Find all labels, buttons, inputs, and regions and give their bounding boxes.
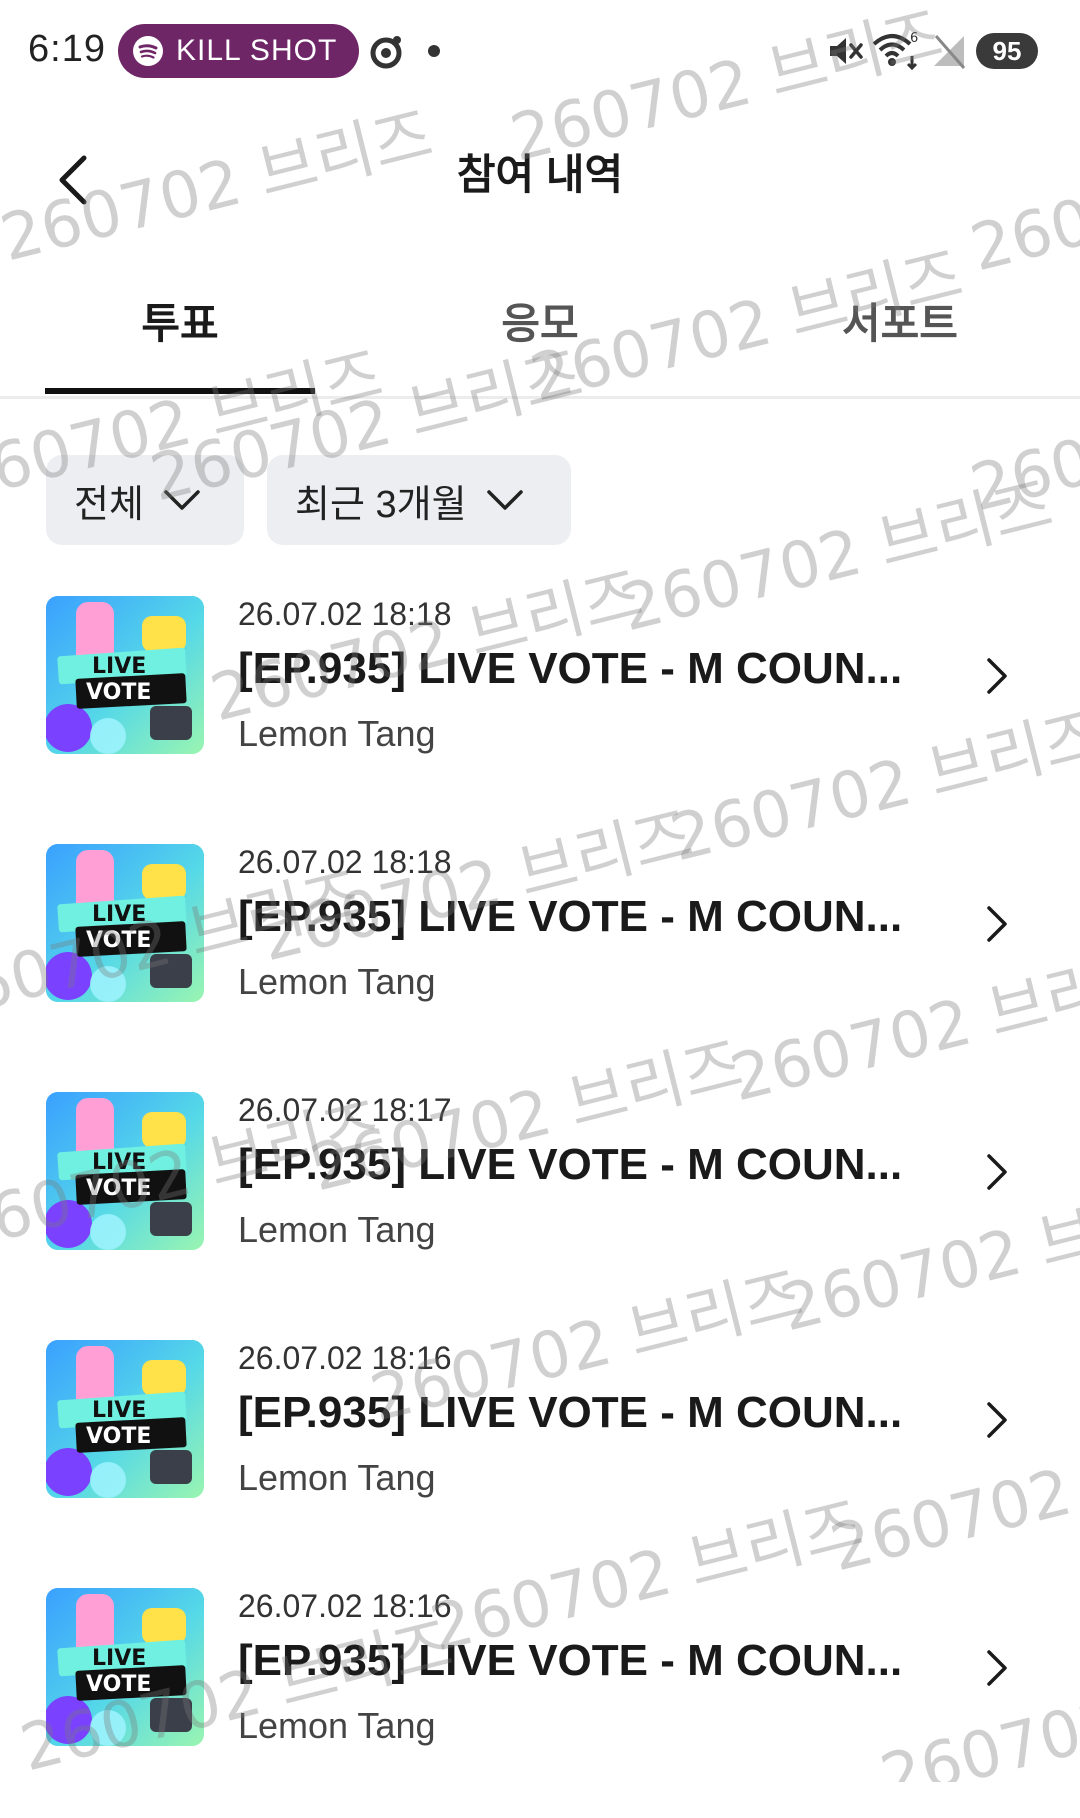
signal-off-icon xyxy=(934,35,966,69)
item-timestamp: 26.07.02 18:17 xyxy=(238,1092,452,1128)
list-item[interactable]: LIVE VOTE 26.07.02 18:16 [EP.935] LIVE V… xyxy=(0,1570,1080,1818)
vote-thumbnail: LIVE VOTE xyxy=(46,1092,204,1250)
tab-support[interactable]: 서포트 xyxy=(765,270,1035,396)
svg-text:LIVE: LIVE xyxy=(92,654,146,679)
active-tab-indicator xyxy=(45,388,315,394)
list-item[interactable]: LIVE VOTE 26.07.02 18:18 [EP.935] LIVE V… xyxy=(0,826,1080,1074)
item-title: [EP.935] LIVE VOTE - M COUN... xyxy=(238,892,903,941)
svg-text:VOTE: VOTE xyxy=(86,1672,151,1697)
svg-text:LIVE: LIVE xyxy=(92,1646,146,1671)
vote-thumbnail: LIVE VOTE xyxy=(46,596,204,754)
period-filter-label: 최근 3개월 xyxy=(295,483,467,526)
tab-entry[interactable]: 응모 xyxy=(405,270,675,396)
item-subtitle: Lemon Tang xyxy=(238,713,436,754)
item-timestamp: 26.07.02 18:18 xyxy=(238,596,452,632)
svg-text:VOTE: VOTE xyxy=(86,1424,151,1449)
app-bar: 참여 내역 xyxy=(0,110,1080,240)
status-bar: 6:19 KILL SHOT 6 95 xyxy=(0,0,1080,100)
wifi-icon: 6 xyxy=(872,31,918,70)
item-subtitle: Lemon Tang xyxy=(238,1705,436,1746)
list-item[interactable]: LIVE VOTE 26.07.02 18:16 [EP.935] LIVE V… xyxy=(0,1322,1080,1570)
svg-text:VOTE: VOTE xyxy=(86,680,151,705)
item-title: [EP.935] LIVE VOTE - M COUN... xyxy=(238,1140,903,1189)
item-subtitle: Lemon Tang xyxy=(238,1209,436,1250)
page-title: 참여 내역 xyxy=(456,151,624,198)
battery-indicator: 95 xyxy=(976,33,1038,69)
svg-text:LIVE: LIVE xyxy=(92,902,146,927)
vote-thumbnail: LIVE VOTE xyxy=(46,1588,204,1746)
item-title: [EP.935] LIVE VOTE - M COUN... xyxy=(238,1388,903,1437)
threads-icon xyxy=(370,36,402,69)
vote-thumbnail: LIVE VOTE xyxy=(46,1340,204,1498)
svg-text:LIVE: LIVE xyxy=(92,1398,146,1423)
media-track-label: KILL SHOT xyxy=(176,34,338,67)
tab-bar: 투표 응모 서포트 xyxy=(0,270,1080,399)
spotify-icon xyxy=(133,36,163,66)
svg-text:VOTE: VOTE xyxy=(86,1176,151,1201)
item-subtitle: Lemon Tang xyxy=(238,1457,436,1498)
svg-text:LIVE: LIVE xyxy=(92,1150,146,1175)
item-timestamp: 26.07.02 18:16 xyxy=(238,1588,452,1624)
item-subtitle: Lemon Tang xyxy=(238,961,436,1002)
chevron-down-icon xyxy=(164,490,200,510)
list-item[interactable]: LIVE VOTE 26.07.02 18:17 [EP.935] LIVE V… xyxy=(0,1074,1080,1322)
back-button[interactable] xyxy=(50,150,100,210)
item-timestamp: 26.07.02 18:16 xyxy=(238,1340,452,1376)
item-timestamp: 26.07.02 18:18 xyxy=(238,844,452,880)
vote-thumbnail: LIVE VOTE xyxy=(46,844,204,1002)
list-item[interactable]: LIVE VOTE 26.07.02 18:18 [EP.935] LIVE V… xyxy=(0,578,1080,826)
svg-text:6: 6 xyxy=(910,31,918,46)
svg-text:VOTE: VOTE xyxy=(86,928,151,953)
chevron-right-icon xyxy=(987,1402,1007,1438)
category-filter-dropdown[interactable]: 전체 xyxy=(46,455,244,545)
chevron-right-icon xyxy=(987,1650,1007,1686)
category-filter-label: 전체 xyxy=(74,483,144,526)
tab-vote[interactable]: 투표 xyxy=(45,270,315,396)
mute-icon xyxy=(830,38,863,64)
chevron-down-icon xyxy=(486,490,523,510)
item-title: [EP.935] LIVE VOTE - M COUN... xyxy=(238,1636,903,1685)
status-time: 6:19 xyxy=(28,28,106,70)
chevron-right-icon xyxy=(987,658,1007,694)
vote-history-list: LIVE VOTE 26.07.02 18:18 [EP.935] LIVE V… xyxy=(0,578,1080,1818)
period-filter-dropdown[interactable]: 최근 3개월 xyxy=(267,455,571,545)
chevron-right-icon xyxy=(987,906,1007,942)
chevron-right-icon xyxy=(987,1154,1007,1190)
media-notification-pill[interactable]: KILL SHOT xyxy=(118,24,360,78)
notification-dot-icon xyxy=(428,45,440,57)
item-title: [EP.935] LIVE VOTE - M COUN... xyxy=(238,644,903,693)
